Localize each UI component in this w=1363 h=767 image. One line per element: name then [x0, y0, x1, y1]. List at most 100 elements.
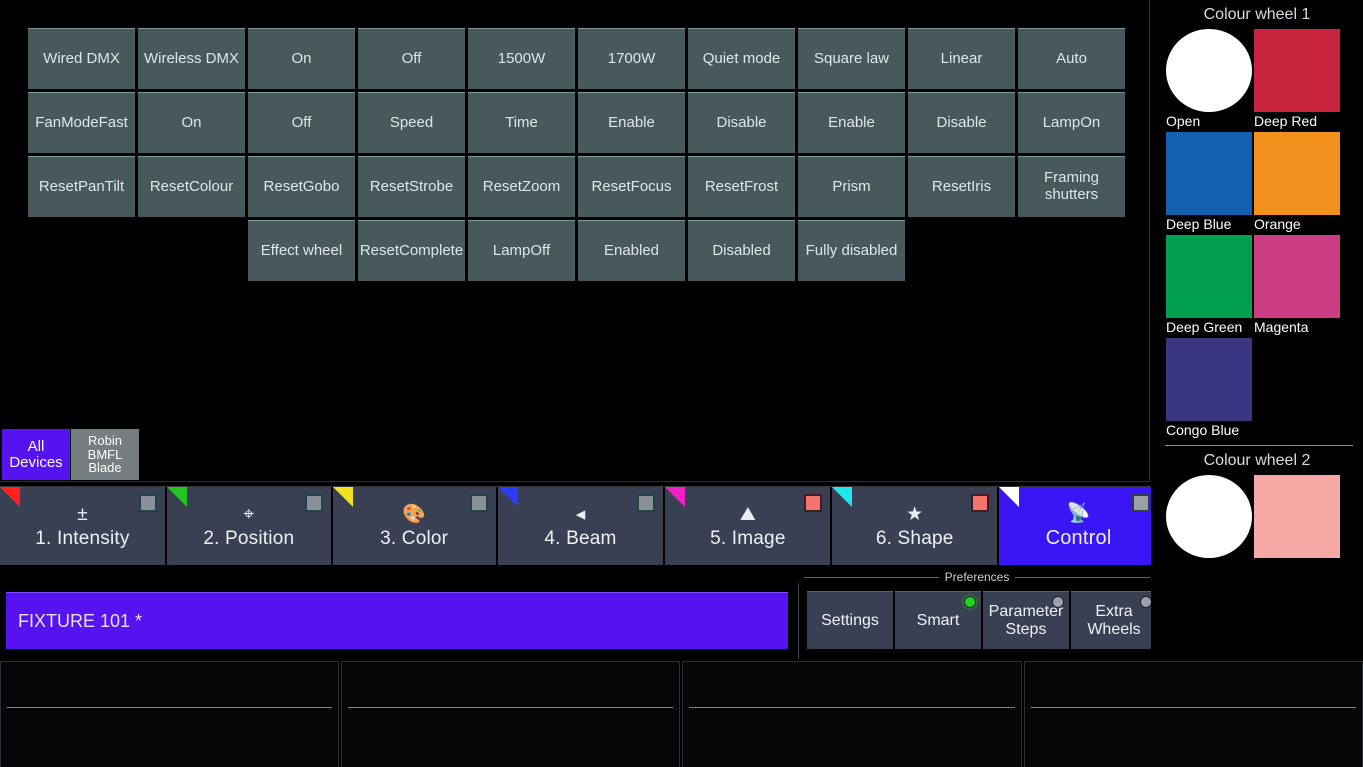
preference-button[interactable]: Smart — [895, 591, 981, 649]
value-button[interactable]: Time — [468, 92, 575, 153]
value-button[interactable]: Enable — [578, 92, 685, 153]
colour-swatch[interactable] — [1166, 132, 1252, 215]
value-button[interactable]: Framing shutters — [1018, 156, 1125, 217]
value-button[interactable]: Disable — [688, 92, 795, 153]
preference-button[interactable]: Settings — [807, 591, 893, 649]
colour-swatch[interactable] — [1254, 235, 1340, 318]
colour-swatch[interactable] — [1166, 29, 1252, 112]
tab-indicator-square[interactable] — [804, 494, 823, 512]
tab-label: 1. Intensity — [35, 527, 130, 549]
value-button[interactable]: ResetIris — [908, 156, 1015, 217]
value-button[interactable]: ResetFrost — [688, 156, 795, 217]
preferences-buttons: Settings Smart Parameter Steps Extra Wheels — [807, 591, 1157, 649]
swatch-row — [1166, 475, 1363, 578]
tab-corner-flag-icon — [999, 487, 1020, 507]
value-button[interactable]: Speed — [358, 92, 465, 153]
tab-label: 4. Beam — [544, 527, 617, 549]
value-button[interactable]: 1700W — [578, 28, 685, 89]
tab-indicator-square[interactable] — [1131, 494, 1150, 512]
tab-color[interactable]: 🎨 3. Color — [332, 487, 496, 565]
fixture-bar[interactable]: FIXTURE 101 * — [6, 592, 788, 649]
legend-line-left — [804, 576, 939, 578]
colour-swatch-label: Deep Red — [1254, 113, 1318, 129]
colour-swatch[interactable] — [1254, 132, 1340, 215]
tab-corner-flag-icon — [0, 487, 20, 507]
tab-indicator-square[interactable] — [637, 494, 656, 512]
value-button[interactable]: Disabled — [688, 220, 795, 281]
colour-swatch[interactable] — [1254, 29, 1340, 112]
preference-button[interactable]: Extra Wheels — [1071, 591, 1157, 649]
value-button[interactable]: Quiet mode — [688, 28, 795, 89]
value-button[interactable]: Auto — [1018, 28, 1125, 89]
device-button[interactable]: Robin BMFL Blade — [71, 429, 139, 480]
tab-label: 2. Position — [203, 527, 295, 549]
tab-indicator-square[interactable] — [138, 494, 157, 512]
value-button[interactable]: ResetColour — [138, 156, 245, 217]
value-button[interactable]: On — [248, 28, 355, 89]
value-grid-spacer — [28, 220, 135, 281]
colour-swatch[interactable] — [1166, 235, 1252, 318]
value-button[interactable]: LampOff — [468, 220, 575, 281]
preference-button[interactable]: Parameter Steps — [983, 591, 1069, 649]
fixture-separator — [798, 583, 799, 659]
crosshair-icon: ⌖ — [243, 503, 255, 525]
control-satellite-icon: 📡 — [1066, 503, 1091, 524]
colour-swatch-label: Magenta — [1254, 319, 1309, 335]
colour-wheel-sidebar: Colour wheel 1 Open Deep Red Deep Blue Oran… — [1151, 0, 1363, 661]
preference-button-label: Parameter Steps — [988, 602, 1064, 638]
value-button[interactable]: Off — [358, 28, 465, 89]
value-button[interactable]: FanModeFast — [28, 92, 135, 153]
tab-image[interactable]: ⛰ 5. Image — [665, 487, 831, 565]
value-button[interactable]: ResetFocus — [578, 156, 685, 217]
value-button[interactable]: Effect wheel — [248, 220, 355, 281]
value-button-grid: Wired DMX Wireless DMX On Off 1500W 1700W Quie… — [28, 28, 1125, 281]
colour-swatch[interactable] — [1166, 338, 1252, 421]
tab-corner-flag-icon — [332, 487, 353, 507]
value-button[interactable]: On — [138, 92, 245, 153]
tab-position[interactable]: ⌖ 2. Position — [166, 487, 331, 565]
tab-indicator-square[interactable] — [971, 494, 990, 512]
palette-icon: 🎨 — [402, 503, 426, 525]
bottom-panel[interactable] — [682, 661, 1022, 767]
value-button[interactable]: Prism — [798, 156, 905, 217]
value-button[interactable]: ResetStrobe — [358, 156, 465, 217]
colour-swatch[interactable] — [1254, 475, 1340, 558]
value-button[interactable]: 1500W — [468, 28, 575, 89]
value-button[interactable]: LampOn — [1018, 92, 1125, 153]
tab-control[interactable]: 📡 Control — [999, 487, 1158, 565]
swatch-row: Deep Green Magenta — [1166, 235, 1363, 338]
value-button[interactable]: Off — [248, 92, 355, 153]
value-button[interactable]: ResetZoom — [468, 156, 575, 217]
swatch-row: Open Deep Red — [1166, 29, 1363, 132]
tab-beam[interactable]: ◂ 4. Beam — [497, 487, 664, 565]
swatch-cell: Deep Red — [1254, 29, 1342, 132]
bottom-panel[interactable] — [340, 661, 680, 767]
tab-indicator-square[interactable] — [469, 494, 488, 512]
panel-divider — [7, 707, 332, 708]
colour-swatch[interactable] — [1166, 475, 1252, 558]
value-button[interactable]: Wireless DMX — [138, 28, 245, 89]
tab-label: 3. Color — [380, 527, 449, 549]
value-button[interactable]: Enable — [798, 92, 905, 153]
bottom-panel[interactable] — [1023, 661, 1363, 767]
star-shape-icon: ★ — [906, 503, 924, 525]
value-button[interactable]: Square law — [798, 28, 905, 89]
value-button[interactable]: Wired DMX — [28, 28, 135, 89]
value-button[interactable]: Enabled — [578, 220, 685, 281]
tab-corner-flag-icon — [497, 487, 518, 507]
value-button[interactable]: Disable — [908, 92, 1015, 153]
colour-swatch-label: Deep Blue — [1166, 216, 1232, 232]
bottom-panel[interactable] — [0, 661, 339, 767]
tab-shape[interactable]: ★ 6. Shape — [832, 487, 998, 565]
tab-indicator-square[interactable] — [304, 494, 323, 512]
value-button[interactable]: Linear — [908, 28, 1015, 89]
console-screen: Wired DMX Wireless DMX On Off 1500W 1700W Quie… — [0, 0, 1363, 767]
value-button[interactable]: ResetPanTilt — [28, 156, 135, 217]
value-button[interactable]: Fully disabled — [798, 220, 905, 281]
tab-intensity[interactable]: ±1. Intensity — [0, 487, 165, 565]
tab-label: 6. Shape — [875, 527, 954, 549]
value-button[interactable]: ResetGobo — [248, 156, 355, 217]
value-button[interactable]: ResetComplete — [358, 220, 465, 281]
device-button[interactable]: All Devices — [2, 429, 70, 480]
colour-swatch-label: Congo Blue — [1166, 422, 1240, 438]
